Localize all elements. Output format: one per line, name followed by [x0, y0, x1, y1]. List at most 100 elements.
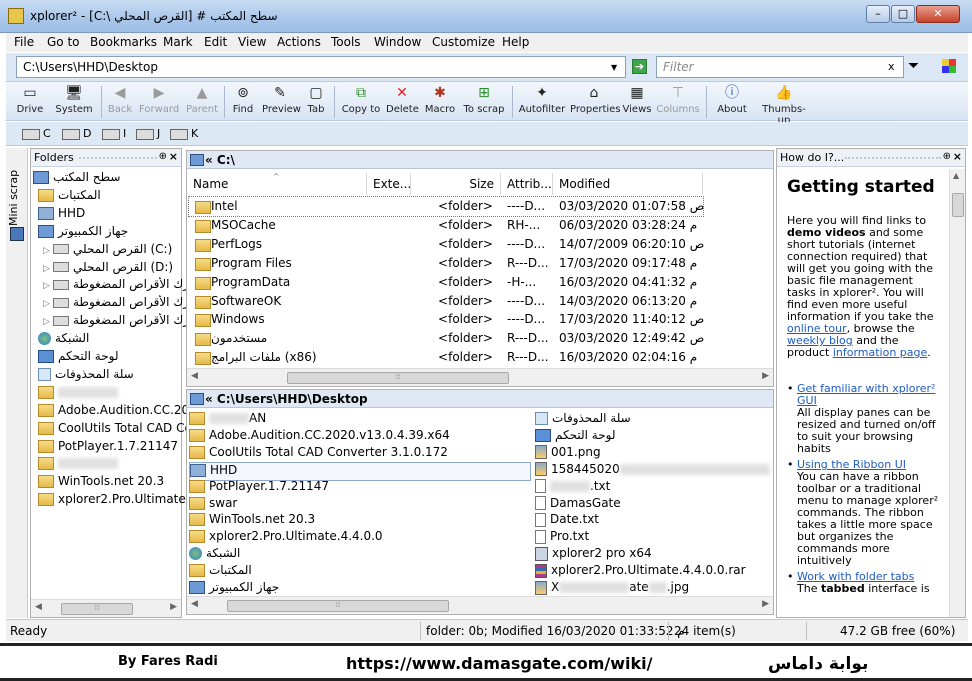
copy-to-button[interactable]: ⧉ Copy to — [340, 84, 382, 115]
file-row[interactable]: Windows <folder> ----D... 17/03/2020 11:40:… — [189, 310, 704, 329]
go-arrow-icon[interactable]: ➔ — [632, 59, 647, 74]
delete-button[interactable]: ✕ Delete — [386, 84, 419, 115]
column-attributes[interactable]: Attrib... — [501, 173, 553, 195]
drive-button[interactable]: ▭ Drive — [14, 84, 46, 115]
column-modified[interactable]: Modified — [553, 173, 703, 195]
expand-arrow-icon[interactable]: ▷ — [43, 264, 53, 274]
filter-input[interactable]: Filter — [656, 56, 904, 78]
menu-mark[interactable]: Mark — [163, 35, 193, 49]
expand-arrow-icon[interactable]: ▷ — [43, 317, 53, 327]
desktop-item[interactable]: Adobe.Audition.CC.2020.v13.0.4.39.x64 — [189, 428, 450, 445]
tree-item[interactable] — [38, 385, 188, 403]
tree-item[interactable]: ▷ القرص المحلي (C:) — [43, 242, 193, 260]
desktop-item[interactable]: 001.png — [535, 445, 601, 462]
menu-view[interactable]: View — [238, 35, 266, 49]
macro-button[interactable]: ✱ Macro — [424, 84, 456, 115]
drive-k-button[interactable]: K — [170, 127, 198, 140]
desktop-item[interactable]: WinTools.net 20.3 — [189, 512, 315, 529]
file-row[interactable]: ملفات البرامج (x86) <folder> R---D... 16/03… — [189, 348, 703, 367]
tree-item[interactable]: HHD — [38, 206, 188, 224]
information-page-link[interactable]: information page — [833, 346, 927, 359]
views-button[interactable]: ▦ Views — [622, 84, 652, 115]
file-row[interactable]: MSOCache <folder> RH-... 06/03/2020 03:28:2… — [189, 216, 703, 235]
file-row[interactable]: Program Files <folder> R---D... 17/03/2020 … — [189, 254, 703, 273]
close-button[interactable]: ✕ — [916, 5, 960, 23]
top-pane-hscrollbar[interactable]: ◀ ⦙⦙⦙ ▶ — [187, 368, 773, 386]
color-grid-icon[interactable] — [942, 59, 956, 73]
tree-item[interactable]: لوحة التحكم — [38, 349, 188, 367]
drive-c-button[interactable]: C — [22, 127, 51, 140]
tree-item[interactable]: ▷ محرك الأقراص المضغوطة — [43, 313, 193, 331]
maximize-button[interactable]: □ — [891, 5, 915, 23]
columns-button[interactable]: ⊤ Columns — [656, 84, 700, 115]
tree-item[interactable]: سلة المحذوفات — [38, 367, 188, 385]
menu-help[interactable]: Help — [502, 35, 529, 49]
properties-button[interactable]: ⌂ Properties — [570, 84, 621, 115]
drive-i-button[interactable]: I — [102, 127, 126, 140]
tree-item[interactable]: جهاز الكمبيوتر — [38, 224, 188, 242]
help-vscrollbar[interactable]: ▲ — [949, 169, 965, 617]
tree-item[interactable]: المكتبات — [38, 188, 188, 206]
mini-scrap-tab[interactable]: Mini scrap — [7, 166, 27, 226]
tree-item[interactable]: الشبكة — [38, 331, 188, 349]
tree-item[interactable]: PotPlayer.1.7.21147 — [38, 439, 188, 457]
file-row[interactable]: Intel <folder> ----D... 03/03/2020 01:07:58… — [188, 196, 704, 217]
pin-icon[interactable]: ⊕ — [943, 151, 951, 162]
tree-item[interactable]: xplorer2.Pro.Ultimate.4.4.0.0 — [38, 492, 188, 510]
system-button[interactable]: 🖥 System — [54, 84, 94, 115]
tree-item[interactable]: ▷ القرص المحلي (D:) — [43, 260, 193, 278]
funnel-icon[interactable]: ⏷ — [908, 58, 919, 74]
column-extension[interactable]: Exte... — [367, 173, 411, 195]
minimize-button[interactable]: – — [866, 5, 890, 23]
expand-arrow-icon[interactable]: ▷ — [43, 281, 53, 291]
expand-arrow-icon[interactable]: ▷ — [43, 246, 53, 256]
close-pane-icon[interactable]: × — [953, 150, 962, 163]
menu-edit[interactable]: Edit — [204, 35, 227, 49]
desktop-item[interactable]: Pro.txt — [535, 529, 589, 546]
forward-button[interactable]: ▶ Forward — [139, 84, 179, 115]
close-pane-icon[interactable]: × — [169, 150, 178, 163]
desktop-item[interactable]: xplorer2.Pro.Ultimate.4.4.0.0.rar — [535, 563, 746, 580]
tree-item[interactable]: ▷ محرك الأقراص المضغوطة — [43, 277, 193, 295]
column-size[interactable]: Size — [411, 173, 501, 195]
filter-clear-button[interactable]: x — [888, 60, 895, 73]
menu-file[interactable]: File — [14, 35, 34, 49]
menu-window[interactable]: Window — [374, 35, 421, 49]
desktop-item[interactable]: 158445020 — [535, 462, 770, 479]
about-button[interactable]: ⓘ About — [714, 84, 750, 115]
address-dropdown-icon[interactable]: ▼ — [611, 63, 617, 72]
drive-d-button[interactable]: D — [62, 127, 91, 140]
desktop-item[interactable]: لوحة التحكم — [535, 428, 616, 445]
autofilter-button[interactable]: ✦ Autofilter — [518, 84, 566, 115]
menu-actions[interactable]: Actions — [277, 35, 321, 49]
menu-tools[interactable]: Tools — [331, 35, 361, 49]
parent-button[interactable]: ▲ Parent — [186, 84, 218, 115]
drive-j-button[interactable]: J — [136, 127, 160, 140]
folders-hscrollbar[interactable]: ◀ ⦙⦙⦙ ▶ — [31, 599, 181, 617]
title-bar[interactable]: xplorer² - [C:\ القرص المحلي] # سطح المك… — [0, 0, 972, 33]
desktop-item[interactable]: CoolUtils Total CAD Converter 3.1.0.172 — [189, 445, 448, 462]
desktop-item[interactable]: سلة المحذوفات — [535, 411, 631, 428]
desktop-item[interactable]: xplorer2 pro x64 — [535, 546, 652, 563]
find-button[interactable]: ⊚ Find — [230, 84, 256, 115]
bottom-pane-hscrollbar[interactable]: ◀ ⦙⦙⦙ ▶ — [187, 596, 773, 614]
desktop-item[interactable]: الشبكة — [189, 546, 240, 563]
tree-item[interactable]: CoolUtils Total CAD Converter — [38, 421, 188, 439]
file-row[interactable]: ProgramData <folder> -H-... 16/03/2020 04:4… — [189, 273, 703, 292]
desktop-item[interactable]: xplorer2.Pro.Ultimate.4.4.0.0 — [189, 529, 383, 546]
file-row[interactable]: PerfLogs <folder> ----D... 14/07/2009 06:20… — [189, 235, 704, 254]
desktop-item[interactable]: Date.txt — [535, 512, 599, 529]
desktop-item[interactable]: Xate .jpg — [535, 580, 689, 597]
desktop-item[interactable]: DamasGate — [535, 496, 621, 513]
tab-button[interactable]: ▢ Tab — [304, 84, 328, 115]
file-row[interactable]: SoftwareOK <folder> ----D... 14/03/2020 06:… — [189, 292, 703, 311]
tree-item[interactable] — [38, 456, 188, 474]
preview-button[interactable]: ✎ Preview — [262, 84, 301, 115]
tree-item[interactable]: ▷ محرك الأقراص المضغوطة — [43, 295, 193, 313]
desktop-item[interactable]: PotPlayer.1.7.21147 — [189, 479, 329, 496]
address-input[interactable]: C:\Users\HHD\Desktop — [16, 56, 626, 78]
desktop-item[interactable]: .txt — [535, 479, 610, 496]
desktop-item[interactable]: AN — [189, 411, 266, 428]
menu-goto[interactable]: Go to — [47, 35, 80, 49]
file-row[interactable]: مستخدمون <folder> R---D... 03/03/2020 12:49… — [189, 329, 704, 348]
